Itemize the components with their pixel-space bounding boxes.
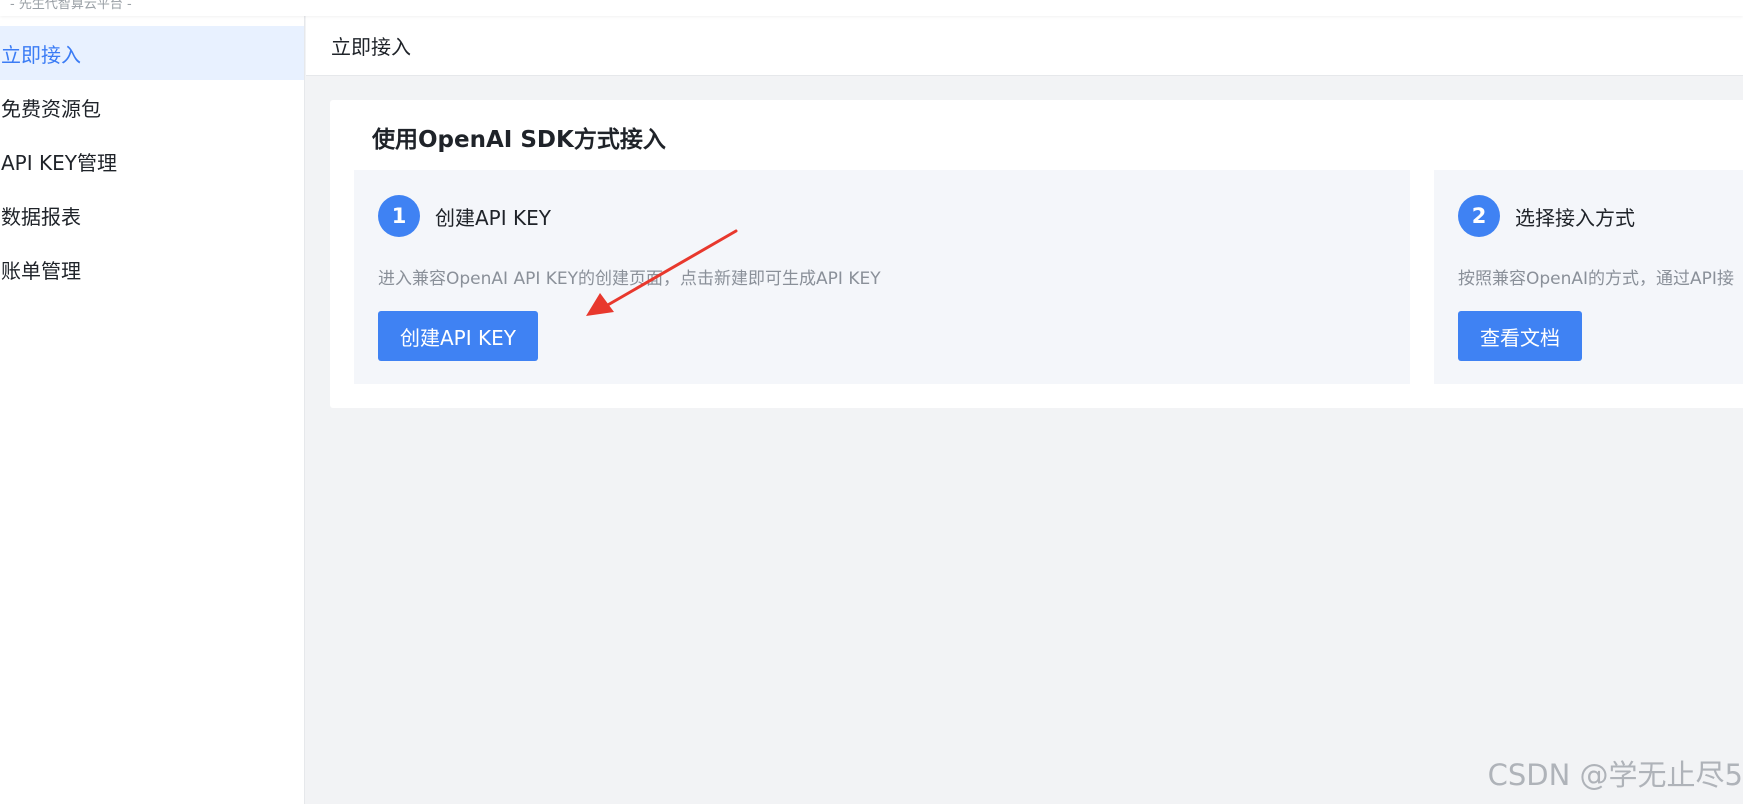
- red-arrow-icon: [586, 229, 738, 316]
- sidebar-item-billing[interactable]: 账单管理: [0, 242, 304, 296]
- step-heading: 选择接入方式: [1515, 206, 1635, 230]
- sidebar-item-quick-access[interactable]: 立即接入: [0, 26, 304, 80]
- step-number-badge: 1: [378, 195, 420, 237]
- card-title: 使用OpenAI SDK方式接入: [372, 127, 666, 153]
- top-bar: - 先生代智算云平台 -: [0, 0, 1743, 16]
- platform-slogan: - 先生代智算云平台 -: [10, 0, 132, 12]
- watermark: CSDN @学无止尽5: [1487, 758, 1743, 792]
- page-header: 立即接入: [306, 16, 1743, 76]
- step-choose-access-method: 2 选择接入方式 按照兼容OpenAI的方式，通过API接 查看文档: [1434, 170, 1743, 384]
- create-api-key-button[interactable]: 创建API KEY: [378, 311, 538, 361]
- step-number-badge: 2: [1458, 195, 1500, 237]
- sidebar-item-free-resources[interactable]: 免费资源包: [0, 80, 304, 134]
- step-description: 按照兼容OpenAI的方式，通过API接: [1458, 269, 1734, 289]
- step-create-api-key: 1 创建API KEY 进入兼容OpenAI API KEY的创建页面，点击新建…: [354, 170, 1410, 384]
- page-title: 立即接入: [331, 35, 411, 59]
- sidebar-item-data-reports[interactable]: 数据报表: [0, 188, 304, 242]
- sidebar-item-api-key-management[interactable]: API KEY管理: [0, 134, 304, 188]
- sidebar: 立即接入 免费资源包 API KEY管理 数据报表 账单管理: [0, 16, 305, 804]
- openai-sdk-card: 使用OpenAI SDK方式接入 1 创建API KEY 进入兼容OpenAI …: [330, 100, 1743, 408]
- view-docs-button[interactable]: 查看文档: [1458, 311, 1582, 361]
- step-heading: 创建API KEY: [435, 206, 551, 230]
